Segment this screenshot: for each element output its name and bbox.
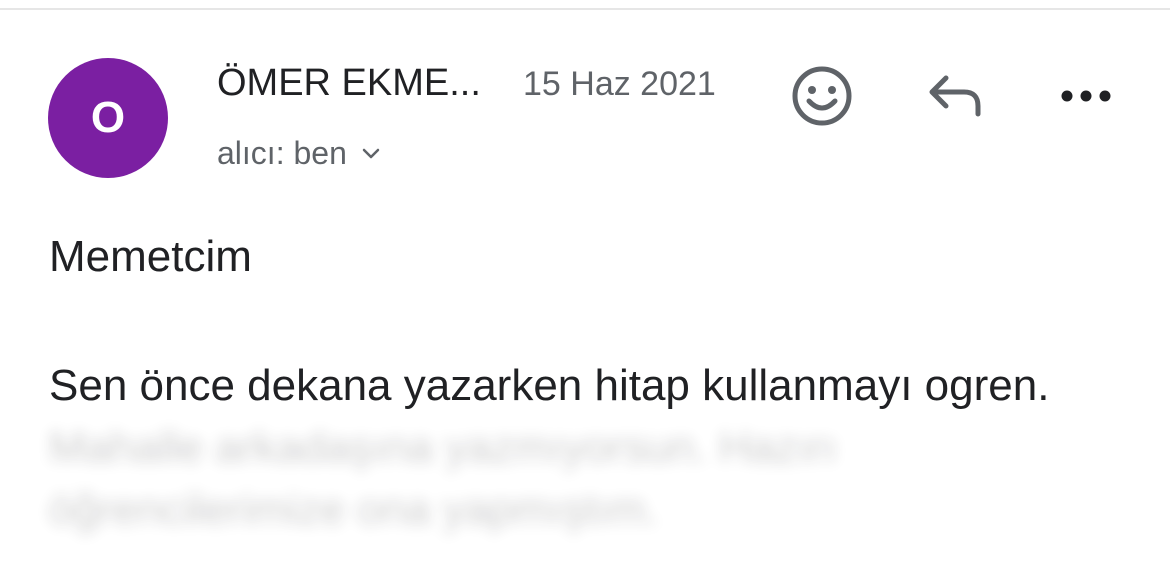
reply-icon — [929, 75, 981, 117]
more-options-button[interactable] — [1058, 78, 1114, 114]
message-body-visible: Sen önce dekana yazarken hitap kullanmay… — [49, 361, 1050, 410]
chevron-down-icon — [362, 148, 380, 158]
sender-avatar[interactable]: O — [48, 58, 168, 178]
top-divider — [0, 8, 1170, 10]
message-body: Sen önce dekana yazarken hitap kullanmay… — [49, 355, 1129, 541]
sender-name[interactable]: ÖMER EKME... — [217, 62, 481, 105]
message-date: 15 Haz 2021 — [523, 65, 716, 103]
recipient-label: alıcı: ben — [217, 135, 347, 171]
message-body-obscured: Mahalle arkadaşına yazmıyorsun. Hazırı ö… — [49, 423, 837, 534]
more-horizontal-icon — [1061, 90, 1111, 102]
reply-button[interactable] — [925, 70, 985, 120]
avatar-letter: O — [90, 93, 126, 142]
smiley-icon — [792, 66, 852, 126]
message-greeting: Memetcim — [49, 232, 252, 281]
add-reaction-button[interactable] — [790, 66, 854, 126]
recipient-details-toggle[interactable]: alıcı: ben — [217, 135, 381, 172]
